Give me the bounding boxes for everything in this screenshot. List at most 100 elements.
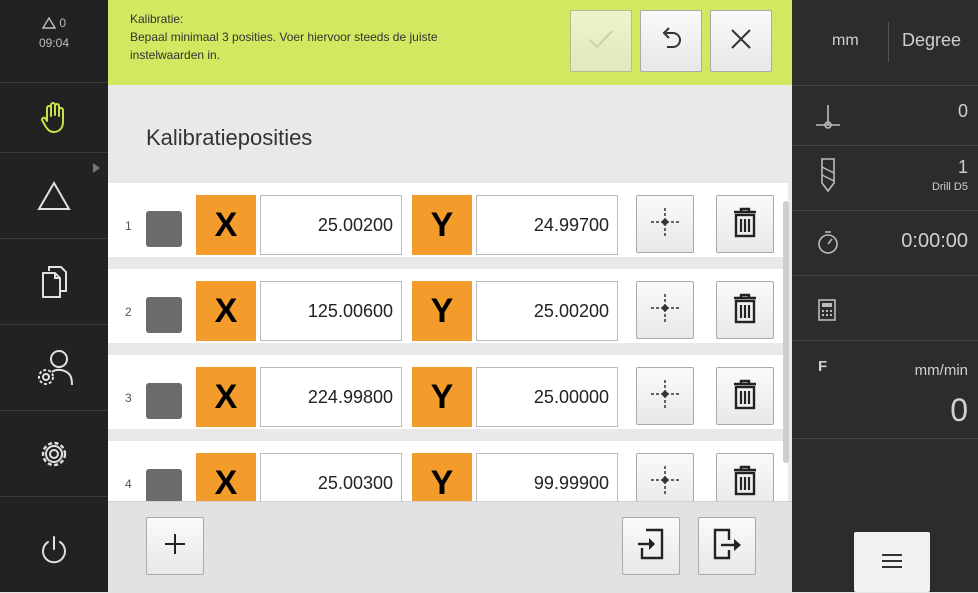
tool-name: Drill D5 xyxy=(931,181,968,193)
main-sidebar: 0 09:04 xyxy=(0,0,108,592)
delete-position-button[interactable] xyxy=(716,367,774,425)
x-value-field[interactable]: 125.00600 xyxy=(260,281,402,341)
position-row-3: 3 X 224.99800 Y 25.00000 xyxy=(108,355,788,435)
hand-manual-icon xyxy=(39,100,69,134)
page-title: Kalibratieposities xyxy=(146,125,313,150)
row-select-checkbox[interactable] xyxy=(146,383,182,419)
length-unit[interactable]: mm xyxy=(832,32,859,50)
feed-label: F xyxy=(818,358,828,375)
angle-unit[interactable]: Degree xyxy=(902,30,961,51)
user-settings-button[interactable] xyxy=(0,325,108,411)
delete-position-button[interactable] xyxy=(716,453,774,501)
measure-button[interactable] xyxy=(0,153,108,239)
x-value-field[interactable]: 25.00200 xyxy=(260,195,402,255)
unit-divider xyxy=(888,22,889,62)
feed-rate-row[interactable]: F mm/min 0 xyxy=(792,340,978,439)
trash-icon xyxy=(731,378,759,415)
row-number: 1 xyxy=(125,219,132,233)
x-axis-label: X xyxy=(196,367,256,427)
close-icon xyxy=(729,27,753,56)
message-title: Kalibratie: xyxy=(130,12,184,26)
row-number: 4 xyxy=(125,477,132,491)
import-icon xyxy=(636,528,666,565)
y-axis-label: Y xyxy=(412,367,472,427)
calculator-row[interactable] xyxy=(792,275,978,341)
datum-row[interactable]: 0 xyxy=(792,85,978,146)
row-number: 3 xyxy=(125,391,132,405)
capture-position-button[interactable] xyxy=(636,453,694,501)
x-value-field[interactable]: 224.99800 xyxy=(260,367,402,427)
x-axis-label: X xyxy=(196,195,256,255)
clock: 09:04 xyxy=(38,36,70,50)
documents-icon xyxy=(40,265,68,299)
crosshair-capture-icon xyxy=(649,206,681,243)
delete-position-button[interactable] xyxy=(716,195,774,253)
power-icon xyxy=(38,534,70,566)
list-toolbar xyxy=(108,501,792,593)
menu-button[interactable] xyxy=(854,532,930,592)
message-text: Kalibratie: Bepaal minimaal 3 posities. … xyxy=(130,10,550,64)
trash-icon xyxy=(731,464,759,501)
check-icon xyxy=(587,28,615,55)
manual-mode-button[interactable] xyxy=(0,82,108,153)
feed-unit: mm/min xyxy=(914,362,968,379)
drill-icon xyxy=(818,157,838,198)
export-button[interactable] xyxy=(698,517,756,575)
cancel-button[interactable] xyxy=(710,10,772,72)
positions-list[interactable]: 1 X 25.00200 Y 24.99700 2 X 125.00600 Y … xyxy=(108,183,792,501)
warning-count: 0 xyxy=(59,16,67,30)
settings-button[interactable] xyxy=(0,411,108,497)
row-select-checkbox[interactable] xyxy=(146,211,182,247)
timer-row[interactable]: 0:00:00 xyxy=(792,210,978,276)
export-icon xyxy=(711,528,743,565)
tool-number: 1 xyxy=(957,157,968,177)
add-position-button[interactable] xyxy=(146,517,204,575)
undo-button[interactable] xyxy=(640,10,702,72)
datum-icon xyxy=(814,103,842,134)
position-row-4: 4 X 25.00300 Y 99.99900 xyxy=(108,441,788,501)
capture-position-button[interactable] xyxy=(636,195,694,253)
y-value-field[interactable]: 99.99900 xyxy=(476,453,618,501)
capture-position-button[interactable] xyxy=(636,367,694,425)
datum-value: 0 xyxy=(957,101,968,121)
calibration-message-bar: Kalibratie: Bepaal minimaal 3 posities. … xyxy=(108,0,792,85)
crosshair-capture-icon xyxy=(649,378,681,415)
row-number: 2 xyxy=(125,305,132,319)
x-axis-label: X xyxy=(196,281,256,341)
position-row-2: 2 X 125.00600 Y 25.00200 xyxy=(108,269,788,349)
measure-triangle-icon xyxy=(37,180,71,211)
tool-row[interactable]: 1 Drill D5 xyxy=(792,145,978,211)
documents-button[interactable] xyxy=(0,239,108,325)
row-select-checkbox[interactable] xyxy=(146,297,182,333)
status-area: 0 09:04 xyxy=(0,0,108,83)
trash-icon xyxy=(731,292,759,329)
y-value-field[interactable]: 24.99700 xyxy=(476,195,618,255)
x-value-field[interactable]: 25.00300 xyxy=(260,453,402,501)
calibration-positions-panel: Kalibratieposities 1 X 25.00200 Y 24.997… xyxy=(108,85,792,593)
confirm-button[interactable] xyxy=(570,10,632,72)
feed-value: 0 xyxy=(950,392,968,428)
list-scrollbar[interactable] xyxy=(783,201,789,463)
expand-arrow-icon xyxy=(93,163,100,173)
stopwatch-icon xyxy=(816,230,840,261)
menu-icon xyxy=(881,551,903,574)
y-value-field[interactable]: 25.00200 xyxy=(476,281,618,341)
y-axis-label: Y xyxy=(412,453,472,501)
user-settings-icon xyxy=(34,348,74,388)
crosshair-capture-icon xyxy=(649,464,681,501)
message-line-1: Bepaal minimaal 3 posities. Voer hiervoo… xyxy=(130,30,438,44)
timer-value: 0:00:00 xyxy=(901,230,968,252)
y-value-field[interactable]: 25.00000 xyxy=(476,367,618,427)
status-panel: mm Degree 0 1 Drill D5 0:00:00 F mm/min … xyxy=(792,0,978,592)
power-button[interactable] xyxy=(0,507,108,592)
warning-indicator: 0 xyxy=(0,16,108,32)
warning-triangle-icon xyxy=(41,16,57,32)
y-axis-label: Y xyxy=(412,195,472,255)
y-axis-label: Y xyxy=(412,281,472,341)
capture-position-button[interactable] xyxy=(636,281,694,339)
delete-position-button[interactable] xyxy=(716,281,774,339)
import-button[interactable] xyxy=(622,517,680,575)
row-select-checkbox[interactable] xyxy=(146,469,182,501)
undo-icon xyxy=(657,25,685,58)
calculator-icon xyxy=(818,299,836,326)
